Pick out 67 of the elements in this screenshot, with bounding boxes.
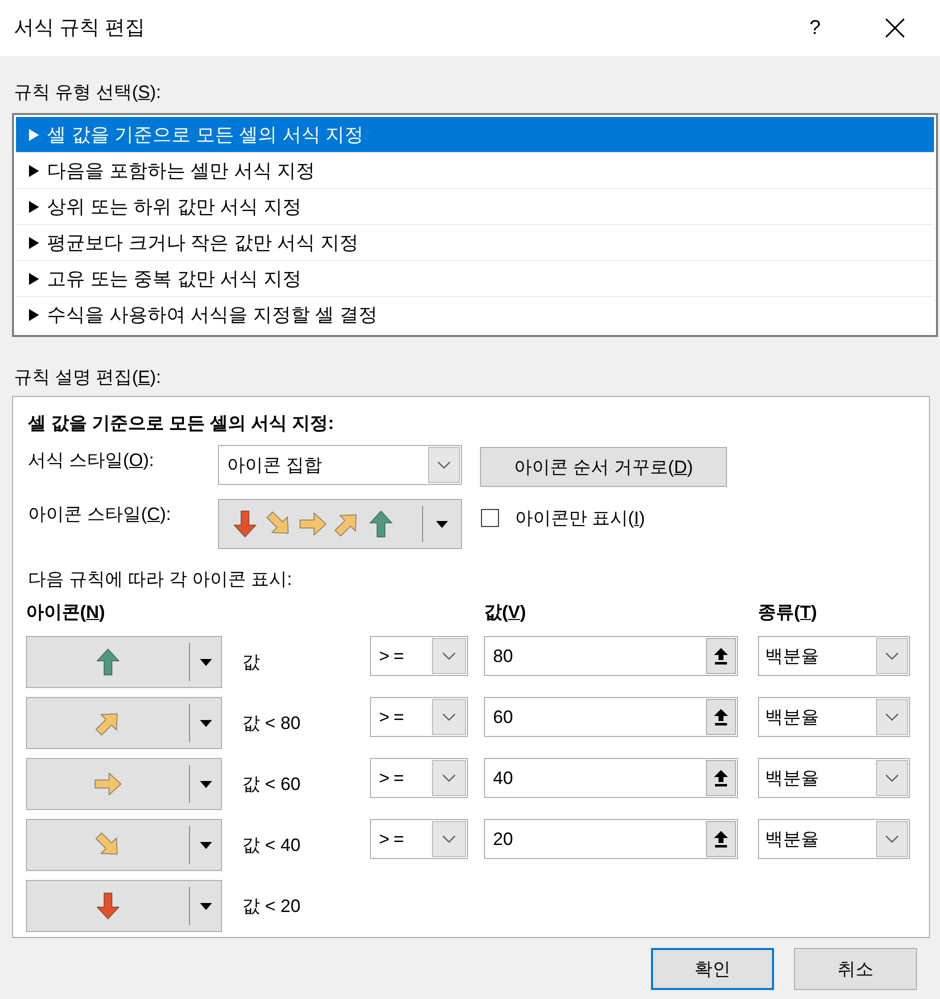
condition-label: 값 < 60 <box>242 773 301 796</box>
caret-down-icon <box>200 658 212 666</box>
range-select-button[interactable] <box>706 821 736 857</box>
chevron-down-icon <box>432 699 466 735</box>
chevron-down-icon <box>432 821 466 857</box>
range-select-button[interactable] <box>706 699 736 735</box>
operator-dropdown[interactable]: >= <box>370 819 468 859</box>
condition-label: 값 <box>242 651 260 674</box>
chevron-down-icon <box>432 638 466 674</box>
column-header: 값(V) <box>484 601 526 624</box>
arrow-up-bar-icon <box>714 770 728 786</box>
type-dropdown[interactable]: 백분율 <box>758 758 910 798</box>
field-label: 아이콘 스타일(C): <box>28 503 171 526</box>
type-dropdown[interactable]: 백분율 <box>758 636 910 676</box>
field-label: 서식 스타일(O): <box>28 449 154 472</box>
section-label: 규칙 유형 선택(S): <box>14 81 162 104</box>
caret-down-icon <box>200 902 212 910</box>
caret-down-icon <box>436 520 448 528</box>
dialog-button[interactable]: 확인 <box>651 948 774 990</box>
arrow-up-bar-icon <box>714 708 728 726</box>
icon-picker[interactable] <box>26 636 222 688</box>
column-header: 아이콘(N) <box>26 601 105 624</box>
condition-label: 값 < 20 <box>242 895 301 918</box>
chevron-down-icon <box>876 760 908 796</box>
icon-picker[interactable] <box>26 758 222 810</box>
chevron-down-icon <box>432 760 466 796</box>
caret-down-icon <box>200 780 212 788</box>
format-style-dropdown[interactable]: 아이콘 집합 <box>218 445 462 485</box>
chevron-down-icon <box>428 447 460 483</box>
rule-heading: 셀 값을 기준으로 모든 셀의 서식 지정: <box>28 412 334 435</box>
close-icon <box>885 18 905 38</box>
type-dropdown[interactable]: 백분율 <box>758 819 910 859</box>
rule-type-item[interactable]: 셀 값을 기준으로 모든 셀의 서식 지정 <box>16 117 934 153</box>
icon-picker[interactable] <box>26 880 222 932</box>
section-label: 규칙 설명 편집(E): <box>14 366 162 389</box>
type-dropdown[interactable]: 백분율 <box>758 697 910 737</box>
operator-dropdown[interactable]: >= <box>370 758 468 798</box>
dialog-button[interactable]: 취소 <box>794 948 917 990</box>
reverse-order-button[interactable]: 아이콘 순서 거꾸로(D) <box>480 447 727 487</box>
column-header: 종류(T) <box>758 601 817 624</box>
icon-picker[interactable] <box>26 697 222 749</box>
operator-dropdown[interactable]: >= <box>370 697 468 737</box>
chevron-down-icon <box>876 638 908 674</box>
chevron-down-icon <box>876 821 908 857</box>
condition-label: 값 < 40 <box>242 834 301 857</box>
chevron-down-icon <box>876 699 908 735</box>
checkbox[interactable] <box>481 509 499 527</box>
caret-right-icon <box>29 200 39 212</box>
icon-picker[interactable] <box>26 819 222 871</box>
caret-right-icon <box>29 309 39 321</box>
caret-right-icon <box>29 128 39 140</box>
icon-style-dropdown[interactable] <box>218 499 462 549</box>
checkbox-label: 아이콘만 표시(I) <box>515 507 646 530</box>
window-title: 서식 규칙 편집 <box>14 16 146 41</box>
range-select-button[interactable] <box>706 638 736 674</box>
range-select-button[interactable] <box>706 760 736 796</box>
rules-caption: 다음 규칙에 따라 각 아이콘 표시: <box>28 568 292 591</box>
condition-label: 값 < 80 <box>242 712 301 735</box>
arrow-up-bar-icon <box>714 648 728 664</box>
operator-dropdown[interactable]: >= <box>370 636 468 676</box>
help-button[interactable]: ? <box>775 0 855 56</box>
caret-right-icon <box>29 164 39 176</box>
caret-right-icon <box>29 236 39 248</box>
caret-right-icon <box>29 272 39 284</box>
caret-down-icon <box>200 842 212 848</box>
caret-down-icon <box>200 720 212 726</box>
arrow-up-bar-icon <box>714 830 728 848</box>
